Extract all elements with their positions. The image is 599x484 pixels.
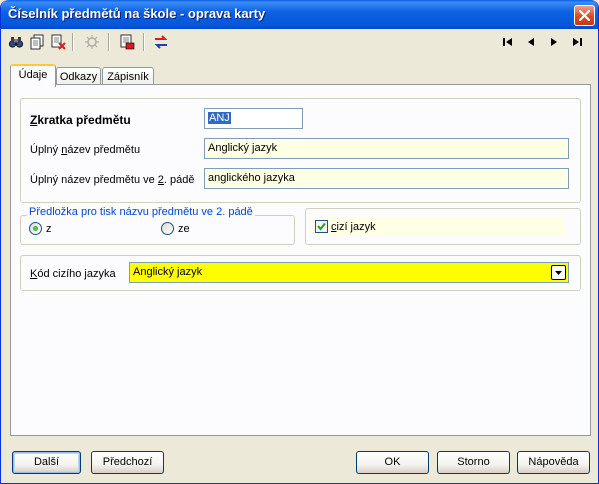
chevron-down-icon [555,271,562,275]
nazev-input[interactable]: Anglický jazyk [204,138,569,159]
toolbar-separator [72,33,74,51]
last-icon [573,38,582,46]
radio-z[interactable] [29,222,42,235]
copy-document-icon [30,34,44,50]
delete-button[interactable] [48,32,68,52]
window-title: Číselník předmětů na škole - oprava kart… [8,6,266,21]
radio-selected-dot [33,226,38,231]
nazev2-label: Úplný název předmětu ve 2. pádě [30,174,195,186]
toolbar-separator [143,33,145,51]
dalsi-button[interactable]: Další [12,451,81,474]
predlozka-group [20,215,295,245]
nazev-label: Úplný název předmětu [30,144,141,156]
close-button[interactable] [574,5,595,26]
next-record-button[interactable] [546,33,562,51]
storno-button[interactable]: Storno [437,451,510,474]
tab-panel-udaje: Zkratka předmětu ANJ Úplný název předmět… [10,84,591,436]
predlozka-caption: Předložka pro tisk názvu předmětu ve 2. … [27,206,255,218]
print-document-icon [120,34,135,50]
zkratka-value: ANJ [208,112,231,124]
napoveda-button[interactable]: Nápověda [517,451,590,474]
radio-ze[interactable] [161,222,174,235]
binoculars-icon [8,37,24,48]
previous-record-button[interactable] [523,33,539,51]
toolbar-separator [108,33,110,51]
toolbar [2,29,598,55]
checkmark-icon [317,222,326,231]
cizi-jazyk-label: cizí jazyk [331,221,376,233]
tab-label: Zápisník [107,71,149,83]
previous-icon [528,38,534,46]
first-icon [503,38,512,46]
dropdown-button[interactable] [551,265,566,280]
print-button[interactable] [117,32,137,52]
nazev2-value: anglického jazyka [208,172,295,184]
dialog-window: Číselník předmětů na škole - oprava kart… [0,0,599,484]
swap-arrows-icon [154,35,168,49]
zkratka-input[interactable]: ANJ [204,108,303,129]
search-button[interactable] [6,32,26,52]
tab-label: Odkazy [59,71,98,83]
predchozi-button[interactable]: Předchozí [91,451,164,474]
title-bar[interactable]: Číselník předmětů na škole - oprava kart… [1,0,598,29]
nazev-value: Anglický jazyk [208,142,278,154]
tab-label: Údaje [18,69,48,81]
nazev2-input[interactable]: anglického jazyka [204,168,569,189]
next-icon [551,38,557,46]
kod-value: Anglický jazyk [133,266,203,278]
last-record-button[interactable] [569,33,585,51]
tab-udaje[interactable]: Údaje [10,64,56,87]
ok-button[interactable]: OK [356,451,429,474]
first-record-button[interactable] [500,33,516,51]
radio-ze-label: ze [178,223,190,235]
kod-select[interactable]: Anglický jazyk [129,262,569,283]
disabled-tool-button[interactable] [82,32,102,52]
radio-z-label: z [46,223,52,235]
gear-icon [85,35,99,49]
copy-button[interactable] [27,32,47,52]
close-icon [579,10,590,21]
zkratka-label: Zkratka předmětu [30,113,131,127]
kod-label: Kód cizího jazyka [30,268,116,280]
swap-button[interactable] [151,32,171,52]
cizi-jazyk-checkbox[interactable] [315,220,328,233]
delete-document-icon [51,34,66,50]
